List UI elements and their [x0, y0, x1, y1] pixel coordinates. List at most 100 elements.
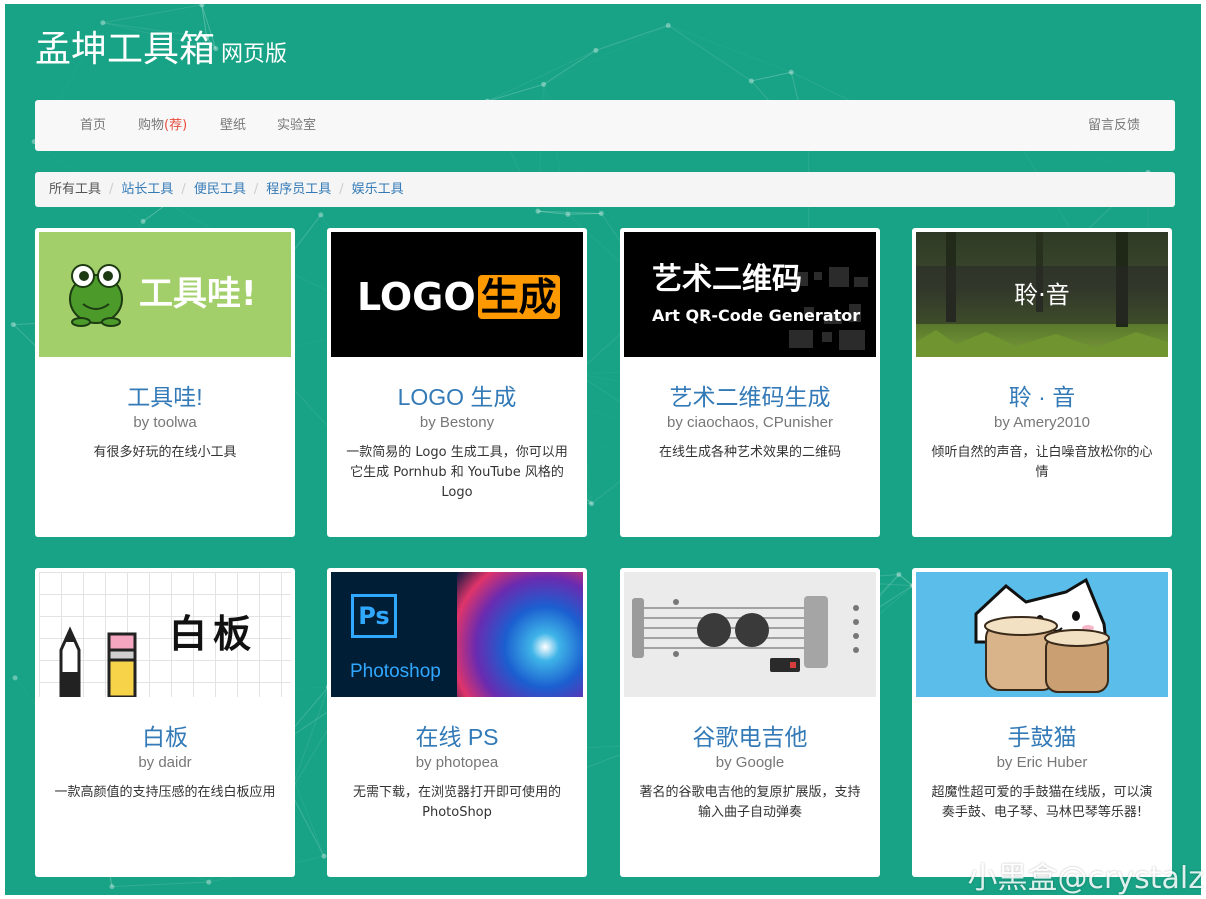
nav-feedback[interactable]: 留言反馈	[1088, 100, 1140, 151]
card-thumbnail: LOGO 生成	[331, 232, 583, 357]
card-description: 有很多好玩的在线小工具	[93, 445, 237, 460]
network-node	[140, 218, 146, 224]
nav-home[interactable]: 首页	[80, 100, 106, 151]
network-node	[321, 853, 327, 859]
network-line	[289, 686, 329, 792]
network-node	[788, 69, 794, 75]
ps-artwork	[457, 572, 583, 697]
card-description: 著名的谷歌电吉他的复原扩展版，支持输入曲子自动弹奏	[639, 785, 861, 820]
network-node	[535, 208, 541, 214]
tool-card-bongo-cat[interactable]: 手鼓猫 by Eric Huber 超魔性超可爱的手鼓猫在线版，可以演奏手鼓、电…	[912, 568, 1172, 877]
site-title[interactable]: 孟坤工具箱 网页版	[35, 28, 287, 77]
nav-wallpaper[interactable]: 壁纸	[220, 100, 246, 151]
card-thumbnail: 聆·音	[916, 232, 1168, 357]
thumb-lingyin-text: 聆·音	[1014, 281, 1070, 309]
card-description: 一款高颜值的支持压感的在线白板应用	[54, 785, 276, 800]
breadcrumb-entertainment-tools[interactable]: 娱乐工具	[352, 172, 404, 207]
network-node	[598, 210, 604, 216]
network-line	[111, 881, 209, 888]
breadcrumb-separator: /	[181, 182, 186, 197]
card-author: by photopea	[415, 754, 499, 771]
tool-card-logo-generator[interactable]: LOGO 生成 LOGO 生成 by Bestony 一款简易的 Logo 生成工…	[327, 228, 587, 537]
page-background: 孟坤工具箱 网页版 首页 购物(荐) 壁纸 实验室 留言反馈 所有工具 / 站长工…	[5, 4, 1201, 895]
nav-lab[interactable]: 实验室	[277, 100, 316, 151]
card-thumbnail: Ps Photoshop	[331, 572, 583, 697]
card-author: by Amery2010	[994, 414, 1090, 431]
network-line	[289, 791, 325, 857]
tool-card-google-guitar[interactable]: 谷歌电吉他 by Google 著名的谷歌电吉他的复原扩展版，支持输入曲子自动弹…	[620, 568, 880, 877]
logo-preview: LOGO 生成	[357, 274, 560, 320]
card-title[interactable]: 工具哇!	[39, 383, 291, 411]
site-title-text: 孟坤工具箱	[35, 29, 216, 70]
network-line	[487, 49, 597, 102]
card-title[interactable]: 聆 · 音	[916, 383, 1168, 411]
network-node	[10, 322, 16, 328]
watermark: 小黑盒@crystalz	[967, 861, 1204, 896]
card-description: 一款简易的 Logo 生成工具，你可以用它生成 Pornhub 和 YouTub…	[346, 445, 568, 500]
network-node	[100, 20, 106, 26]
network-line	[595, 24, 669, 51]
thumb-qr-subtitle: Art QR-Code Generator	[652, 306, 861, 325]
photoshop-icon: Ps	[351, 594, 397, 638]
logo-preview-right: 生成	[477, 275, 560, 319]
network-node	[593, 47, 599, 53]
card-description: 在线生成各种艺术效果的二维码	[658, 445, 841, 460]
card-author: by daidr	[138, 754, 192, 771]
breadcrumb-separator: /	[109, 182, 114, 197]
tool-card-lingyin[interactable]: 聆·音 聆 · 音 by Amery2010 倾听自然的声音，让白噪音放松你的心…	[912, 228, 1172, 537]
card-thumbnail: 白板	[39, 572, 291, 697]
card-description: 超魔性超可爱的手鼓猫在线版，可以演奏手鼓、电子琴、马林巴琴等乐器!	[931, 785, 1153, 820]
guitar-icon	[632, 596, 859, 672]
card-title[interactable]: 谷歌电吉他	[624, 723, 876, 751]
tool-card-art-qrcode[interactable]: 艺术二维码 Art QR-Code Generator 艺术二维码生成 by c…	[620, 228, 880, 537]
network-node	[541, 81, 547, 87]
card-title[interactable]: 手鼓猫	[916, 723, 1168, 751]
card-author: by Bestony	[419, 414, 495, 431]
breadcrumb-separator: /	[339, 182, 344, 197]
breadcrumb: 所有工具 / 站长工具 / 便民工具 / 程序员工具 / 娱乐工具	[35, 172, 1175, 207]
card-thumbnail: 艺术二维码 Art QR-Code Generator	[624, 232, 876, 357]
breadcrumb-separator: /	[253, 182, 259, 197]
card-author: by ciaochaos, CPunisher	[667, 414, 833, 431]
card-thumbnail	[916, 572, 1168, 697]
breadcrumb-utility-tools[interactable]: 便民工具	[194, 172, 246, 207]
network-node	[748, 78, 754, 84]
thumb-qr-title: 艺术二维码	[652, 262, 802, 297]
network-line	[898, 574, 913, 587]
site-subtitle: 网页版	[221, 42, 288, 67]
logo-preview-left: LOGO	[357, 275, 476, 319]
network-line	[543, 49, 597, 85]
network-node	[318, 212, 324, 218]
network-line	[487, 83, 544, 102]
tool-card-online-ps[interactable]: Ps Photoshop 在线 PS by photopea 无需下载，在浏览器…	[327, 568, 587, 877]
network-node	[109, 884, 115, 890]
network-line	[567, 212, 602, 215]
nav-shop[interactable]: 购物(荐)	[138, 100, 187, 151]
card-title[interactable]: 在线 PS	[331, 723, 583, 751]
nav-shop-label: 购物	[138, 118, 165, 133]
card-thumbnail	[624, 572, 876, 697]
network-line	[667, 25, 752, 82]
tool-card-toolwa[interactable]: 工具哇! 工具哇! by toolwa 有很多好玩的在线小工具	[35, 228, 295, 537]
network-node	[199, 4, 205, 8]
network-line	[102, 4, 202, 24]
bongo-cat-icon	[974, 577, 1110, 693]
card-title[interactable]: 艺术二维码生成	[624, 383, 876, 411]
card-author: by toolwa	[133, 414, 197, 431]
thumb-whiteboard-text: 白板	[169, 612, 258, 656]
card-title[interactable]: 白板	[39, 723, 291, 751]
card-description: 倾听自然的声音，让白噪音放松你的心情	[931, 445, 1153, 480]
card-author: by Google	[715, 754, 785, 771]
network-node	[896, 571, 902, 577]
network-line	[668, 25, 792, 73]
network-line	[751, 71, 792, 82]
breadcrumb-programmer-tools[interactable]: 程序员工具	[266, 172, 331, 207]
card-author: by Eric Huber	[996, 754, 1088, 771]
nav-shop-badge: (荐)	[164, 118, 188, 133]
breadcrumb-webmaster-tools[interactable]: 站长工具	[121, 172, 173, 207]
network-node	[665, 22, 671, 28]
tool-card-whiteboard[interactable]: 白板 白板 by daidr 一款高颜值的支持压感的在线白板应用	[35, 568, 295, 877]
network-node	[589, 501, 595, 507]
thumb-photoshop-text: Photoshop	[350, 661, 441, 682]
card-title[interactable]: LOGO 生成	[331, 383, 583, 411]
